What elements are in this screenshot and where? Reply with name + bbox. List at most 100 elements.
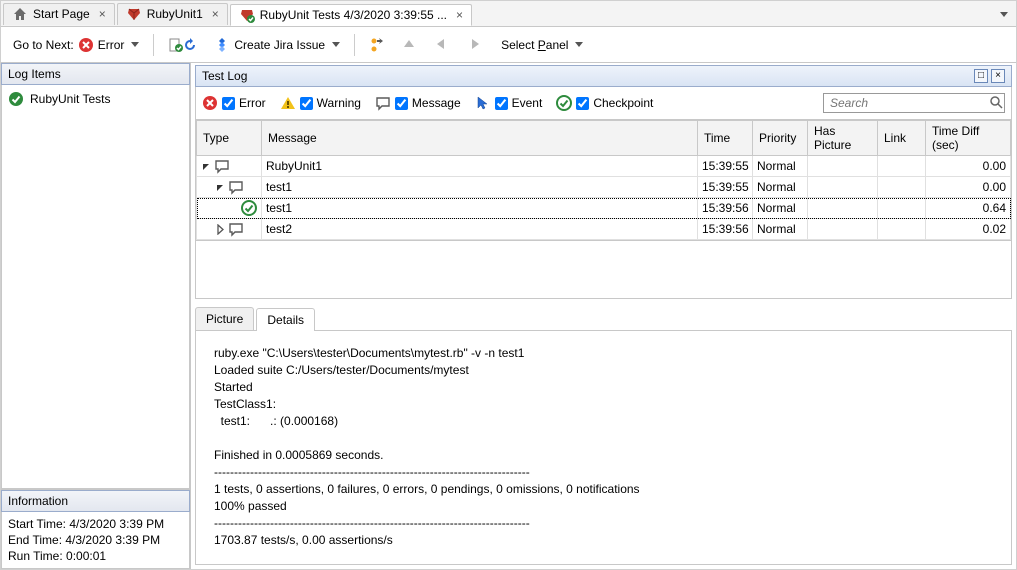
cell-time: 15:39:56 <box>698 219 753 240</box>
nav-forward-button[interactable] <box>463 34 489 56</box>
log-items-row-label: RubyUnit Tests <box>30 92 110 106</box>
nav-back-button[interactable] <box>429 34 455 56</box>
close-button[interactable]: × <box>991 69 1005 83</box>
tree-expander[interactable] <box>229 203 239 214</box>
filter-error-label: Error <box>239 96 266 110</box>
home-icon <box>12 6 28 22</box>
right-column: Test Log □ × Error Warning Message <box>191 63 1016 569</box>
col-priority[interactable]: Priority <box>753 121 808 156</box>
refresh-log-button[interactable] <box>164 35 202 55</box>
info-run-label: Run Time: <box>8 549 63 563</box>
cell-time-diff: 0.00 <box>926 156 1011 177</box>
log-items-tree[interactable]: RubyUnit Tests <box>1 85 190 489</box>
filter-event-checkbox[interactable] <box>495 97 508 110</box>
filter-message-label: Message <box>412 96 461 110</box>
chevron-down-icon <box>575 42 583 47</box>
filter-warning-checkbox[interactable] <box>300 97 313 110</box>
create-jira-issue-button[interactable]: Create Jira Issue <box>210 35 344 55</box>
table-row[interactable]: test115:39:56Normal 0.64 <box>197 198 1011 219</box>
search-input[interactable] <box>828 95 989 111</box>
info-run-value: 0:00:01 <box>66 549 106 563</box>
cell-has-picture <box>808 198 878 219</box>
table-row[interactable]: test115:39:55Normal0.00 <box>197 177 1011 198</box>
cell-message: test1 <box>262 198 698 219</box>
filter-error-checkbox[interactable] <box>222 97 235 110</box>
ruby-log-icon <box>239 7 255 23</box>
filter-event[interactable]: Event <box>475 95 543 111</box>
info-start-value: 4/3/2020 3:39 PM <box>69 517 164 531</box>
cell-link <box>878 198 926 219</box>
cell-link <box>878 219 926 240</box>
cell-priority: Normal <box>753 177 808 198</box>
tab-label: RubyUnit1 <box>147 7 203 21</box>
col-time-diff[interactable]: Time Diff (sec) <box>926 121 1011 156</box>
message-icon <box>228 221 244 237</box>
col-link[interactable]: Link <box>878 121 926 156</box>
cell-priority: Normal <box>753 198 808 219</box>
warning-icon <box>280 95 296 111</box>
go-to-next-button[interactable]: Go to Next: Error <box>9 35 143 55</box>
log-items-row[interactable]: RubyUnit Tests <box>8 89 183 109</box>
table-row[interactable]: test215:39:56Normal 0.02 <box>197 219 1011 240</box>
run-again-button[interactable] <box>365 35 389 55</box>
test-log-grid[interactable]: Type Message Time Priority Has Picture L… <box>195 120 1012 241</box>
info-end-value: 4/3/2020 3:39 PM <box>65 533 160 547</box>
tab-label: Start Page <box>33 7 90 21</box>
cell-message: RubyUnit1 <box>262 156 698 177</box>
tab-rubyunit-tests[interactable]: RubyUnit Tests 4/3/2020 3:39:55 ... × <box>230 4 472 26</box>
filter-message[interactable]: Message <box>375 95 461 111</box>
tab-label: RubyUnit Tests 4/3/2020 3:39:55 ... <box>260 8 447 22</box>
check-icon <box>8 91 24 107</box>
filter-checkpoint-checkbox[interactable] <box>576 97 589 110</box>
col-type[interactable]: Type <box>197 121 262 156</box>
filter-message-checkbox[interactable] <box>395 97 408 110</box>
tree-expander[interactable] <box>215 182 226 193</box>
refresh-icon <box>182 37 198 53</box>
tabstrip-menu-button[interactable] <box>989 7 1016 21</box>
information-body: Start Time: 4/3/2020 3:39 PM End Time: 4… <box>1 512 190 569</box>
filter-checkpoint[interactable]: Checkpoint <box>556 95 653 111</box>
cell-link <box>878 156 926 177</box>
cell-has-picture <box>808 156 878 177</box>
close-icon[interactable]: × <box>99 7 106 21</box>
col-has-picture[interactable]: Has Picture <box>808 121 878 156</box>
cell-priority: Normal <box>753 156 808 177</box>
nav-up-button[interactable] <box>397 35 421 55</box>
cell-has-picture <box>808 219 878 240</box>
tab-details[interactable]: Details <box>256 308 315 331</box>
tree-expander[interactable] <box>215 224 226 235</box>
cell-time-diff: 0.64 <box>926 198 1011 219</box>
filter-warning[interactable]: Warning <box>280 95 361 111</box>
cell-time: 15:39:56 <box>698 198 753 219</box>
tab-picture[interactable]: Picture <box>195 307 254 330</box>
maximize-button[interactable]: □ <box>974 69 988 83</box>
cell-priority: Normal <box>753 219 808 240</box>
search-box[interactable] <box>823 93 1005 113</box>
filter-error[interactable]: Error <box>202 95 266 111</box>
tab-start-page[interactable]: Start Page × <box>3 3 115 25</box>
info-end-label: End Time: <box>8 533 62 547</box>
close-icon[interactable]: × <box>456 8 463 22</box>
table-row[interactable]: RubyUnit115:39:55Normal0.00 <box>197 156 1011 177</box>
cell-time-diff: 0.02 <box>926 219 1011 240</box>
cell-has-picture <box>808 177 878 198</box>
cell-time: 15:39:55 <box>698 177 753 198</box>
select-panel-button[interactable]: Select Panel <box>497 36 587 54</box>
tab-rubyunit1[interactable]: RubyUnit1 × <box>117 3 228 25</box>
message-icon <box>214 158 230 174</box>
message-icon <box>228 179 244 195</box>
grid-empty-space <box>195 241 1012 299</box>
detail-tabs: Picture Details <box>195 307 1012 330</box>
go-to-next-label: Go to Next: <box>13 38 74 52</box>
col-time[interactable]: Time <box>698 121 753 156</box>
tree-expander[interactable] <box>201 161 212 172</box>
details-body[interactable]: ruby.exe "C:\Users\tester\Documents\myte… <box>195 330 1012 565</box>
message-icon <box>375 95 391 111</box>
log-items-header: Log Items <box>1 63 190 85</box>
col-message[interactable]: Message <box>262 121 698 156</box>
info-start-label: Start Time: <box>8 517 66 531</box>
cell-message: test2 <box>262 219 698 240</box>
jira-label: Create Jira Issue <box>234 38 325 52</box>
close-icon[interactable]: × <box>212 7 219 21</box>
test-log-title: Test Log <box>202 69 971 83</box>
